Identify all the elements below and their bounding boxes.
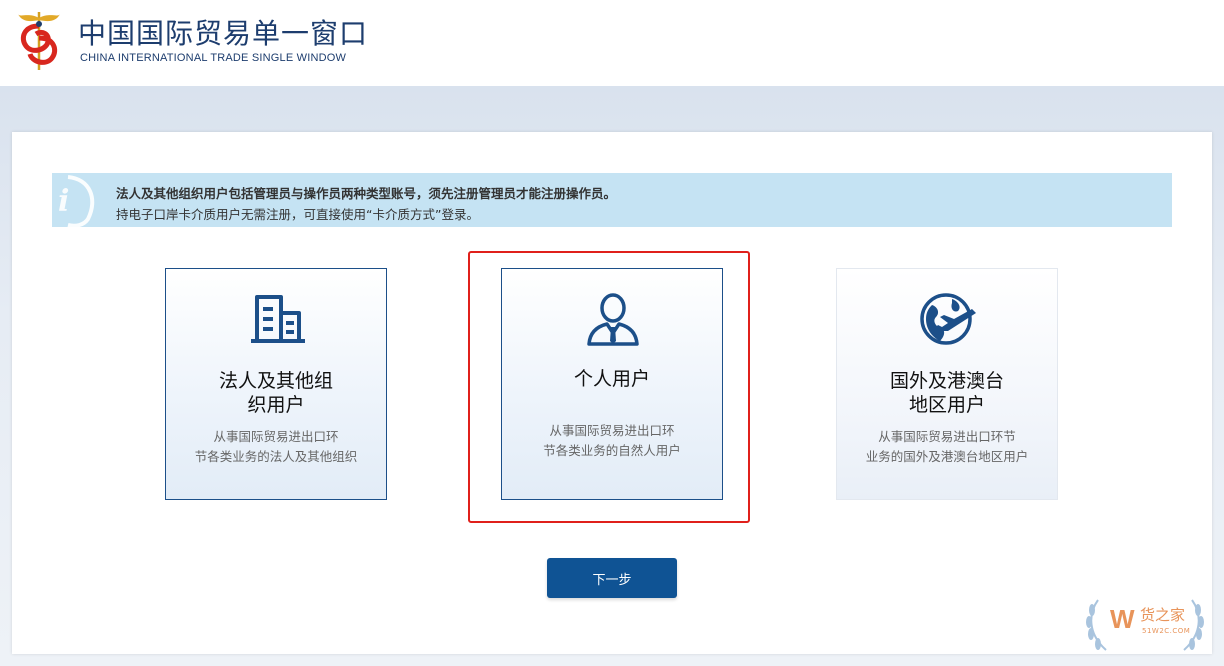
notice-line-1: 法人及其他组织用户包括管理员与操作员两种类型账号，须先注册管理员才能注册操作员。	[116, 186, 617, 201]
watermark-text: 货之家	[1140, 606, 1186, 624]
site-title: 中国国际贸易单一窗口	[78, 17, 369, 50]
option-legal-entity[interactable]: 法人及其他组 织用户 从事国际贸易进出口环 节各类业务的法人及其他组织	[165, 268, 387, 500]
site-subtitle: CHINA INTERNATIONAL TRADE SINGLE WINDOW	[80, 52, 347, 64]
info-icon: i	[58, 175, 95, 227]
building-icon	[251, 295, 305, 343]
svg-text:i: i	[58, 184, 69, 219]
option-title: 法人及其他组 织用户	[218, 370, 333, 416]
notice-line-2: 持电子口岸卡介质用户无需注册，可直接使用“卡介质方式”登录。	[116, 207, 479, 222]
globe-plane-icon	[920, 293, 976, 345]
watermark-letter: W	[1110, 604, 1135, 634]
option-description: 从事国际贸易进出口环 节各类业务的法人及其他组织	[194, 429, 358, 464]
selection-highlight	[468, 251, 750, 523]
site-header: 中国国际贸易单一窗口 CHINA INTERNATIONAL TRADE SIN…	[0, 0, 1224, 86]
caduceus-logo-icon	[18, 12, 60, 70]
option-description: 从事国际贸易进出口环节 业务的国外及港澳台地区用户	[865, 429, 1029, 464]
watermark-subtext: 51W2C.COM	[1142, 627, 1191, 635]
next-step-button[interactable]: 下一步	[547, 558, 677, 598]
option-overseas[interactable]: 国外及港澳台 地区用户 从事国际贸易进出口环节 业务的国外及港澳台地区用户	[836, 268, 1058, 500]
option-title: 国外及港澳台 地区用户	[889, 370, 1004, 416]
